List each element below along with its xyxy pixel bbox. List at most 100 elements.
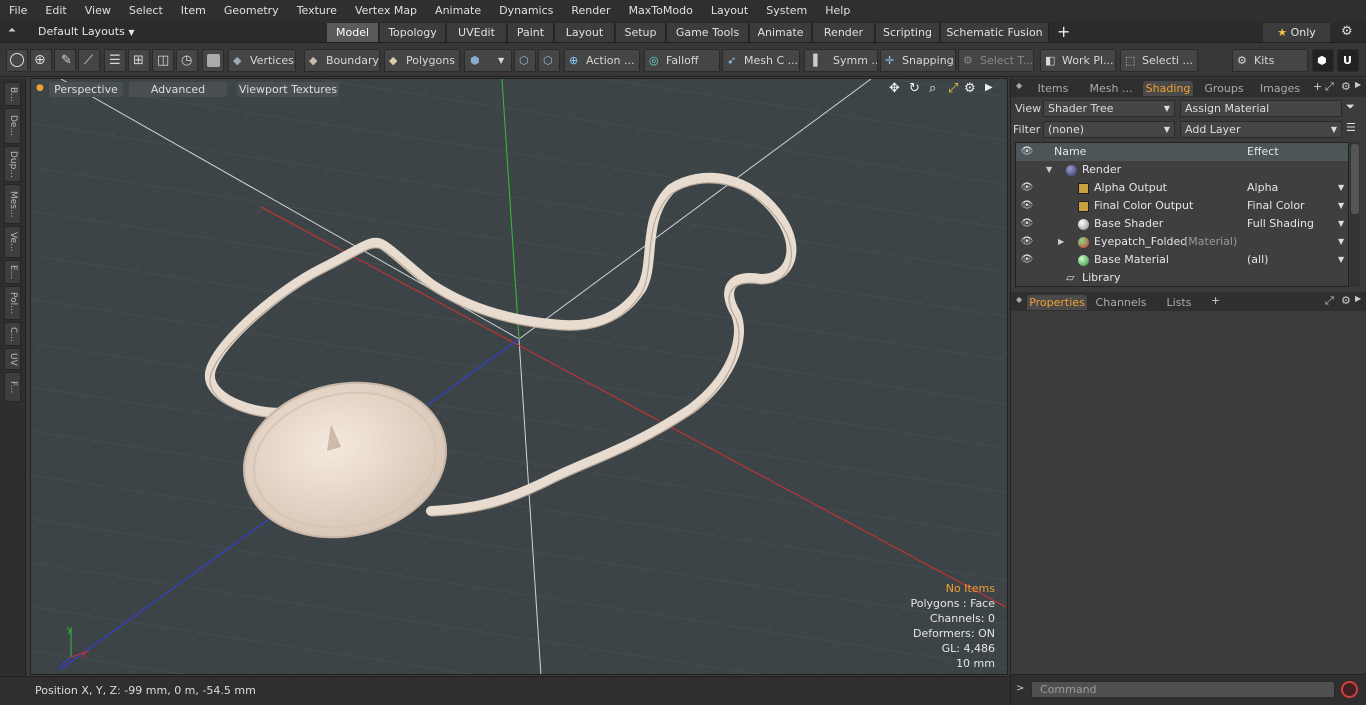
shader-row-final-color-output[interactable]: 👁 Final Color Output Final Color ▼: [1016, 197, 1348, 215]
eye-icon[interactable]: 👁: [1020, 197, 1034, 215]
add-tab-icon[interactable]: +: [1057, 22, 1070, 41]
record-icon[interactable]: [1341, 681, 1358, 698]
menu-edit[interactable]: Edit: [36, 0, 75, 22]
left-tab-vertex[interactable]: Ve...: [4, 226, 21, 258]
globe-button[interactable]: ⊕: [30, 49, 52, 72]
frame-button[interactable]: ◫: [152, 49, 174, 72]
advanced-button[interactable]: Advanced: [129, 82, 227, 97]
layout-selector[interactable]: Default Layouts ▼: [38, 25, 134, 38]
filter-dropdown[interactable]: (none) ▼: [1043, 121, 1175, 138]
shader-row-base-shader[interactable]: 👁 Base Shader Full Shading ▼: [1016, 215, 1348, 233]
snap-a-button[interactable]: ⬡: [514, 49, 536, 72]
tab-schematic-fusion[interactable]: Schematic Fusion: [941, 23, 1049, 42]
tab-layout[interactable]: Layout: [555, 23, 615, 42]
list-options-icon[interactable]: ☰: [1346, 121, 1356, 134]
left-tab-curve[interactable]: C...: [4, 322, 21, 346]
left-tab-basic[interactable]: B...: [4, 82, 21, 106]
unreal-button[interactable]: U: [1337, 49, 1359, 72]
tab-animate[interactable]: Animate: [750, 23, 812, 42]
boundary-button[interactable]: ◆ Boundary: [304, 49, 380, 72]
eye-icon[interactable]: 👁: [1020, 215, 1034, 233]
tab-render[interactable]: Render: [813, 23, 875, 42]
filter-funnel-icon[interactable]: ⏷: [1346, 100, 1355, 114]
add-layer-dropdown[interactable]: Add Layer ▼: [1180, 121, 1342, 138]
column-effect[interactable]: Effect: [1247, 143, 1279, 161]
menu-maxtomodo[interactable]: MaxToModo: [620, 0, 702, 22]
expand-up-icon[interactable]: ⏶: [8, 25, 16, 36]
tab-images[interactable]: Images: [1255, 81, 1305, 96]
select-mode-button[interactable]: [6, 49, 28, 72]
panel-arrow-icon[interactable]: ▶: [1355, 80, 1361, 89]
item-mode-button[interactable]: [202, 49, 224, 72]
tab-channels[interactable]: Channels: [1093, 295, 1149, 310]
tab-properties[interactable]: Properties: [1027, 295, 1087, 310]
perspective-button[interactable]: Perspective: [49, 82, 123, 97]
expand-triangle-icon[interactable]: ▼: [1046, 161, 1052, 179]
menu-vertex-map[interactable]: Vertex Map: [346, 0, 426, 22]
tab-paint[interactable]: Paint: [508, 23, 554, 42]
menu-geometry[interactable]: Geometry: [215, 0, 288, 22]
tab-shading[interactable]: Shading: [1143, 81, 1193, 96]
menu-select[interactable]: Select: [120, 0, 172, 22]
menu-layout[interactable]: Layout: [702, 0, 757, 22]
chevron-down-icon[interactable]: ▼: [1338, 215, 1344, 233]
menu-file[interactable]: File: [0, 0, 36, 22]
vertices-button[interactable]: ◆ Vertices: [228, 49, 296, 72]
menu-dynamics[interactable]: Dynamics: [490, 0, 562, 22]
brush-button[interactable]: ⟋: [78, 49, 100, 72]
play-icon[interactable]: ▶: [985, 82, 993, 93]
eye-icon[interactable]: 👁: [1020, 179, 1034, 197]
command-input[interactable]: Command: [1031, 681, 1335, 698]
falloff-button[interactable]: ◎ Falloff: [644, 49, 720, 72]
gear-icon[interactable]: ⚙: [1341, 24, 1353, 39]
tab-game-tools[interactable]: Game Tools: [667, 23, 749, 42]
3d-viewport[interactable]: y x ● Perspective Advanced Viewport Text…: [30, 78, 1008, 675]
zoom-icon[interactable]: ⌕: [929, 81, 936, 96]
chevron-down-icon[interactable]: ▼: [1338, 251, 1344, 269]
add-tab-icon[interactable]: +: [1313, 80, 1322, 93]
pen-button[interactable]: ✎: [54, 49, 76, 72]
tab-model[interactable]: Model: [327, 23, 379, 42]
align-button[interactable]: ☰: [104, 49, 126, 72]
menu-animate[interactable]: Animate: [426, 0, 490, 22]
panel-gear-icon[interactable]: ⚙: [1341, 294, 1351, 307]
work-plane-button[interactable]: ◧ Work Pl...: [1040, 49, 1116, 72]
rotate-icon[interactable]: ↻: [909, 81, 920, 96]
menu-render[interactable]: Render: [562, 0, 619, 22]
tab-lists[interactable]: Lists: [1155, 295, 1203, 310]
snap-b-button[interactable]: ⬡: [538, 49, 560, 72]
clock-button[interactable]: ◷: [176, 49, 198, 72]
assign-material-dropdown[interactable]: Assign Material: [1180, 100, 1342, 117]
panel-menu-icon[interactable]: ◆: [1016, 81, 1022, 90]
maximize-icon[interactable]: ⤢: [948, 81, 958, 96]
tab-setup[interactable]: Setup: [616, 23, 666, 42]
expand-icon[interactable]: ⤢: [1325, 294, 1334, 308]
tab-topology[interactable]: Topology: [380, 23, 446, 42]
add-tab-icon[interactable]: +: [1211, 294, 1220, 307]
view-dropdown[interactable]: Shader Tree ▼: [1043, 100, 1175, 117]
tab-mesh[interactable]: Mesh ...: [1081, 81, 1141, 96]
material-mode-button[interactable]: ⬢ ▼: [464, 49, 512, 72]
left-tab-deform[interactable]: De...: [4, 108, 21, 144]
left-tab-polygon[interactable]: Pol...: [4, 286, 21, 320]
menu-system[interactable]: System: [757, 0, 816, 22]
shader-row-base-material[interactable]: 👁 Base Material (all) ▼: [1016, 251, 1348, 269]
column-name[interactable]: Name: [1054, 143, 1086, 161]
action-button[interactable]: ⊕ Action ...: [564, 49, 640, 72]
expand-icon[interactable]: ⤢: [1325, 80, 1334, 94]
move-icon[interactable]: ✥: [889, 81, 900, 96]
polygons-button[interactable]: ◆ Polygons: [384, 49, 460, 72]
snapping-button[interactable]: ✛ Snapping: [880, 49, 956, 72]
eye-icon[interactable]: 👁: [1020, 233, 1034, 251]
menu-texture[interactable]: Texture: [288, 0, 346, 22]
chevron-down-icon[interactable]: ▼: [1338, 179, 1344, 197]
eye-icon[interactable]: 👁: [1020, 251, 1034, 269]
tab-uvedit[interactable]: UVEdit: [447, 23, 507, 42]
panel-arrow-icon[interactable]: ▶: [1355, 294, 1361, 303]
left-tab-mesh-edit[interactable]: Mes...: [4, 184, 21, 224]
select-through-button[interactable]: ⚙ Select T...: [958, 49, 1034, 72]
panel-menu-icon[interactable]: ◆: [1016, 295, 1022, 304]
menu-help[interactable]: Help: [816, 0, 859, 22]
tab-groups[interactable]: Groups: [1201, 81, 1247, 96]
viewport-settings-icon[interactable]: ⚙: [964, 81, 976, 96]
